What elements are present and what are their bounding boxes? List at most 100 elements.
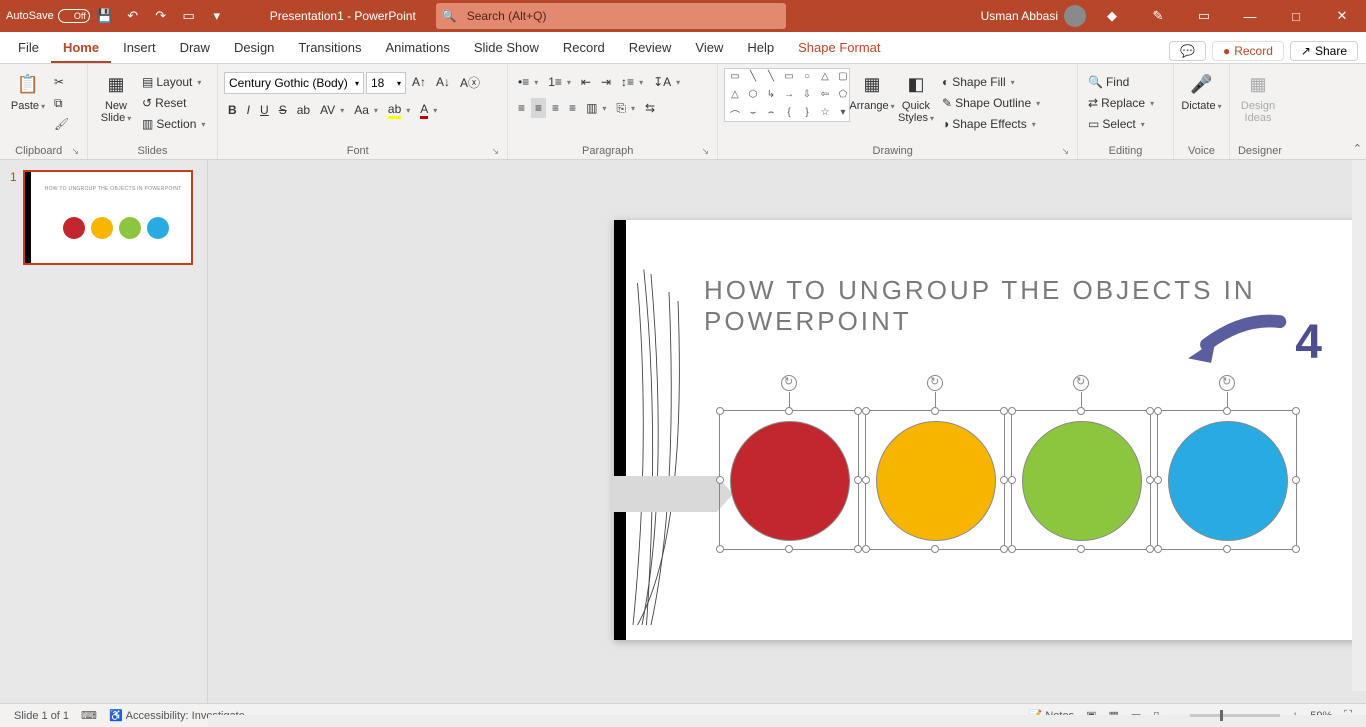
align-left-icon[interactable]: ≡: [514, 98, 529, 118]
minimize-icon[interactable]: —: [1230, 3, 1270, 29]
new-slide-button[interactable]: ▦ New Slide: [94, 68, 138, 124]
zoom-slider[interactable]: [1190, 714, 1280, 717]
collapse-ribbon-icon[interactable]: ⌃: [1353, 142, 1362, 155]
cut-icon[interactable]: ✂: [50, 72, 73, 92]
find-button[interactable]: 🔍Find: [1084, 72, 1158, 92]
slide-canvas[interactable]: HOW TO UNGROUP THE OBJECTS IN POWERPOINT…: [614, 220, 1362, 640]
shape-effects-button[interactable]: ◑Shape Effects: [938, 114, 1044, 134]
slide-info[interactable]: Slide 1 of 1: [8, 710, 75, 722]
dictate-button[interactable]: 🎤 Dictate: [1180, 68, 1223, 112]
slide-editor[interactable]: HOW TO UNGROUP THE OBJECTS IN POWERPOINT…: [208, 160, 1366, 703]
selected-circle-green[interactable]: [1011, 410, 1151, 550]
rotate-handle-icon[interactable]: [781, 375, 797, 391]
rotate-handle-icon[interactable]: [1219, 375, 1235, 391]
format-painter-icon[interactable]: 🖌: [50, 114, 73, 134]
tab-view[interactable]: View: [683, 34, 735, 63]
shapes-gallery[interactable]: ▭╲╲▭○△▢ △⬡↳→⇩⇦⬠ ⌒⌣⌢{}☆▾: [724, 68, 850, 122]
spacing-icon[interactable]: AV: [316, 100, 348, 120]
close-icon[interactable]: ✕: [1322, 3, 1362, 29]
wand-icon[interactable]: ✎: [1138, 3, 1178, 29]
section-button[interactable]: ▥Section: [138, 114, 209, 134]
rotate-handle-icon[interactable]: [927, 375, 943, 391]
undo-icon[interactable]: ↶: [120, 3, 146, 29]
ribbon-mode-icon[interactable]: ▭: [1184, 3, 1224, 29]
shape-outline-button[interactable]: ✎Shape Outline: [938, 93, 1044, 113]
font-size-combo[interactable]: 18▾: [366, 72, 406, 94]
underline-icon[interactable]: U: [256, 100, 273, 120]
design-ideas-button[interactable]: ▦ Design Ideas: [1236, 68, 1280, 124]
clear-format-icon[interactable]: Aⓧ: [456, 72, 484, 92]
save-icon[interactable]: 💾: [92, 3, 118, 29]
comments-button[interactable]: 💬: [1169, 41, 1206, 61]
tab-slideshow[interactable]: Slide Show: [462, 34, 551, 63]
tab-transitions[interactable]: Transitions: [286, 34, 373, 63]
bullets-icon[interactable]: •≡: [514, 72, 542, 92]
quick-styles-button[interactable]: ◧ Quick Styles: [894, 68, 938, 124]
tab-review[interactable]: Review: [617, 34, 684, 63]
reset-button[interactable]: ↺Reset: [138, 93, 209, 113]
record-button[interactable]: ●Record: [1212, 41, 1284, 61]
justify-icon[interactable]: ≡: [565, 98, 580, 118]
paragraph-launcher-icon[interactable]: ↘: [701, 146, 711, 159]
grow-font-icon[interactable]: A↑: [408, 72, 430, 92]
replace-button[interactable]: ⇄Replace: [1084, 93, 1158, 113]
indent-icon[interactable]: ⇥: [597, 72, 615, 92]
copy-icon[interactable]: ⧉: [50, 93, 73, 113]
slide-thumbnail-1[interactable]: HOW TO UNGROUP THE OBJECTS IN POWERPOINT: [23, 170, 193, 265]
bold-icon[interactable]: B: [224, 100, 241, 120]
group-label-clipboard: Clipboard: [6, 143, 71, 159]
align-right-icon[interactable]: ≡: [548, 98, 563, 118]
tab-insert[interactable]: Insert: [111, 34, 168, 63]
maximize-icon[interactable]: □: [1276, 3, 1316, 29]
outdent-icon[interactable]: ⇤: [577, 72, 595, 92]
drawing-launcher-icon[interactable]: ↘: [1061, 146, 1071, 159]
text-direction-icon[interactable]: ↧A: [649, 72, 684, 92]
tab-record[interactable]: Record: [551, 34, 617, 63]
tab-shape-format[interactable]: Shape Format: [786, 34, 892, 63]
selected-circle-blue[interactable]: [1157, 410, 1297, 550]
select-button[interactable]: ▭Select: [1084, 114, 1158, 134]
autosave-toggle[interactable]: AutoSave Off: [6, 9, 90, 23]
tab-animations[interactable]: Animations: [374, 34, 462, 63]
tab-file[interactable]: File: [6, 34, 51, 63]
tab-draw[interactable]: Draw: [168, 34, 222, 63]
present-icon[interactable]: ▭: [176, 3, 202, 29]
rotate-handle-icon[interactable]: [1073, 375, 1089, 391]
smartart-icon[interactable]: ⇆: [641, 98, 659, 118]
highlight-icon[interactable]: ab: [384, 100, 414, 120]
share-button[interactable]: ↗Share: [1290, 41, 1358, 61]
tab-design[interactable]: Design: [222, 34, 286, 63]
slide-thumbnail-panel[interactable]: 1 HOW TO UNGROUP THE OBJECTS IN POWERPOI…: [0, 160, 208, 703]
numbering-icon[interactable]: 1≡: [544, 72, 575, 92]
pointer-shape: [612, 476, 717, 512]
selected-shapes-group[interactable]: [719, 410, 1303, 550]
shape-fill-button[interactable]: ◐Shape Fill: [938, 72, 1044, 92]
tab-home[interactable]: Home: [51, 34, 111, 63]
arrange-button[interactable]: ▦ Arrange: [850, 68, 894, 112]
font-launcher-icon[interactable]: ↘: [491, 146, 501, 159]
paste-button[interactable]: 📋 Paste: [6, 68, 50, 112]
clipboard-launcher-icon[interactable]: ↘: [71, 146, 81, 159]
selected-circle-yellow[interactable]: [865, 410, 1005, 550]
qat-more-icon[interactable]: ▾: [204, 3, 230, 29]
redo-icon[interactable]: ↷: [148, 3, 174, 29]
columns-icon[interactable]: ▥: [582, 98, 610, 118]
language-icon[interactable]: ⌨: [75, 709, 103, 722]
shrink-font-icon[interactable]: A↓: [432, 72, 454, 92]
selected-circle-red[interactable]: [719, 410, 859, 550]
strike-icon[interactable]: S: [275, 100, 291, 120]
search-box[interactable]: 🔍 Search (Alt+Q): [436, 3, 786, 29]
italic-icon[interactable]: I: [243, 100, 254, 120]
user-avatar-icon[interactable]: [1064, 5, 1086, 27]
case-icon[interactable]: Aa: [350, 100, 382, 120]
vertical-scrollbar[interactable]: [1352, 160, 1366, 691]
align-center-icon[interactable]: ≡: [531, 98, 546, 118]
layout-button[interactable]: ▤Layout: [138, 72, 209, 92]
font-family-combo[interactable]: Century Gothic (Body)▾: [224, 72, 364, 94]
align-text-icon[interactable]: ⎘: [612, 98, 639, 118]
diamond-icon[interactable]: ◆: [1092, 3, 1132, 29]
tab-help[interactable]: Help: [735, 34, 786, 63]
font-color-icon[interactable]: A: [416, 100, 441, 120]
shadow-icon[interactable]: ab: [293, 100, 314, 120]
line-spacing-icon[interactable]: ↕≡: [617, 72, 647, 92]
